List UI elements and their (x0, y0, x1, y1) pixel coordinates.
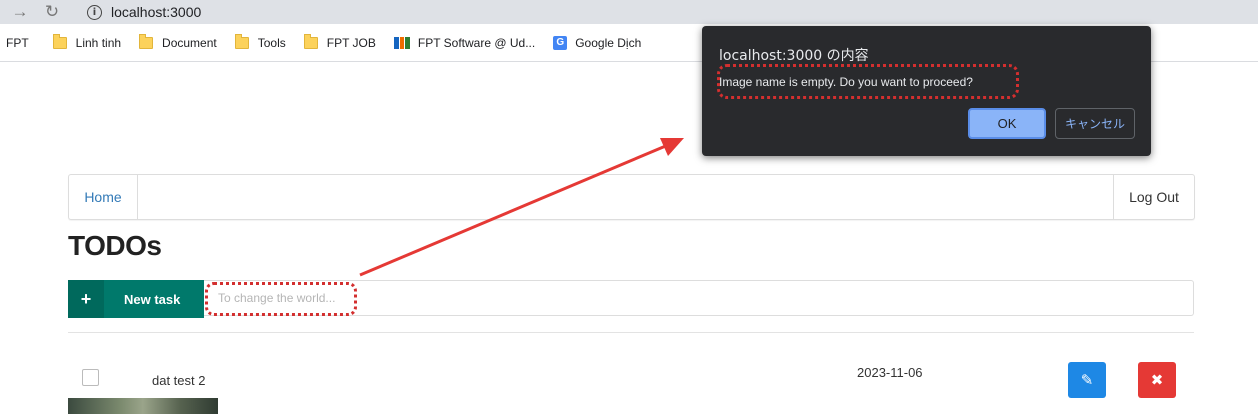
alert-dialog: localhost:3000 の内容 Image name is empty. … (702, 26, 1151, 156)
dialog-message: Image name is empty. Do you want to proc… (719, 75, 973, 89)
dialog-title: localhost:3000 の内容 (719, 48, 869, 64)
cancel-button[interactable]: キャンセル (1055, 108, 1135, 139)
ok-button[interactable]: OK (968, 108, 1046, 139)
